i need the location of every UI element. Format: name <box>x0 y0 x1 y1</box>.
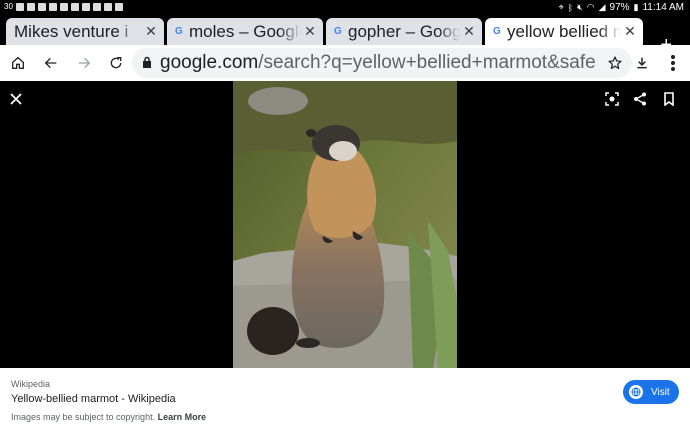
close-icon[interactable]: ✕ <box>621 23 639 40</box>
mail-icon <box>114 2 123 11</box>
youtube-icon <box>81 2 90 11</box>
url-domain: google.com <box>160 52 259 73</box>
clock: 11:14 AM <box>642 2 684 13</box>
youtube-icon <box>59 2 68 11</box>
tab-yellow-bellied[interactable]: G yellow bellied m ✕ <box>485 18 643 45</box>
visit-button[interactable]: Visit <box>623 380 679 404</box>
signal-icon: ◢ <box>598 2 606 12</box>
youtube-icon <box>48 2 57 11</box>
notification-count: 30 <box>4 2 13 11</box>
visit-label: Visit <box>651 386 670 398</box>
wifi-icon: ◠ <box>586 2 595 12</box>
image-viewer <box>0 81 690 368</box>
bluetooth-icon: ᛒ <box>567 2 574 13</box>
download-icon[interactable] <box>631 52 653 74</box>
youtube-icon <box>92 2 101 11</box>
lens-icon[interactable] <box>602 89 622 109</box>
back-arrow-icon[interactable] <box>40 52 62 74</box>
copyright-text: Images may be subject to copyright. <box>11 412 158 422</box>
more-vert-icon[interactable] <box>662 52 684 74</box>
learn-more-link[interactable]: Learn More <box>158 412 207 422</box>
result-title[interactable]: Yellow-bellied marmot - Wikipedia <box>11 393 176 405</box>
url-text: google.com/search?q=yellow+bellied+marmo… <box>160 52 596 74</box>
system-status: ⌖ ᛒ 🔇︎ ◠ ◢ 97% ▮ 11:14 AM <box>559 2 684 13</box>
browser-toolbar: google.com/search?q=yellow+bellied+marmo… <box>0 45 690 81</box>
google-favicon-icon: G <box>493 26 501 37</box>
image-source[interactable]: Wikipedia <box>11 379 50 389</box>
battery-icon: ▮ <box>633 2 639 12</box>
globe-icon <box>629 385 643 399</box>
url-path: /search?q=yellow+bellied+marmot&safe <box>258 52 596 73</box>
star-icon[interactable] <box>604 52 626 74</box>
mute-icon: 🔇︎ <box>577 2 583 12</box>
tab-title: Mikes venture i <box>14 21 129 41</box>
notification-icons: 30 <box>4 2 123 11</box>
battery-percent: 97% <box>609 2 630 13</box>
tab-moles[interactable]: G moles – Google ✕ <box>167 18 323 45</box>
close-icon[interactable]: ✕ <box>301 23 319 40</box>
marmot-photo[interactable] <box>233 81 457 368</box>
youtube-icon <box>103 2 112 11</box>
lock-icon <box>142 56 152 71</box>
tab-gopher[interactable]: G gopher – Googl ✕ <box>326 18 482 45</box>
address-bar[interactable]: google.com/search?q=yellow+bellied+marmo… <box>132 48 632 78</box>
tab-title: gopher – Googl <box>348 21 460 41</box>
tab-title: moles – Google <box>189 21 301 41</box>
google-favicon-icon: G <box>334 26 342 37</box>
image-info-panel: Wikipedia Yellow-bellied marmot - Wikipe… <box>0 368 690 431</box>
reload-icon[interactable] <box>105 52 127 74</box>
forward-arrow-icon[interactable] <box>73 52 95 74</box>
youtube-icon <box>70 2 79 11</box>
google-favicon-icon: G <box>175 26 183 37</box>
mail-icon <box>15 2 24 11</box>
share-icon[interactable] <box>630 89 650 109</box>
close-icon[interactable] <box>6 89 26 109</box>
image-icon <box>26 2 35 11</box>
status-bar: 30 ⌖ ᛒ 🔇︎ ◠ ◢ 97% ▮ 11:14 AM <box>0 0 690 16</box>
location-icon: ⌖ <box>558 2 564 12</box>
tab-mikes-venture[interactable]: Mikes venture i ✕ <box>6 18 164 45</box>
copyright-notice: Images may be subject to copyright. Lear… <box>11 412 206 422</box>
youtube-icon <box>37 2 46 11</box>
close-icon[interactable]: ✕ <box>460 23 478 40</box>
bookmark-icon[interactable] <box>659 89 679 109</box>
home-icon[interactable] <box>7 52 29 74</box>
tab-title: yellow bellied m <box>507 21 621 41</box>
close-icon[interactable]: ✕ <box>142 23 160 40</box>
tab-strip: Mikes venture i ✕ G moles – Google ✕ G g… <box>0 16 690 55</box>
